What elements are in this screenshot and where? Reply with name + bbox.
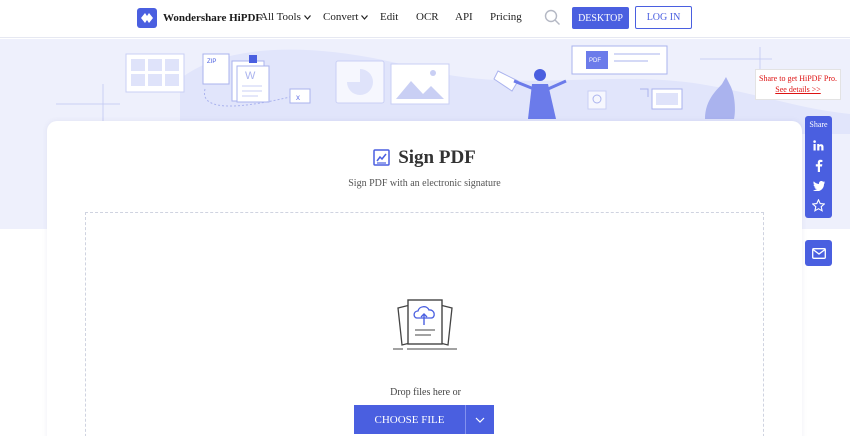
twitter-icon[interactable] [811, 178, 826, 193]
desktop-button[interactable]: DESKTOP [572, 7, 629, 29]
word-label: W [245, 70, 256, 82]
promo-text: Share to get HiPDF Pro. [759, 74, 837, 83]
page-subtitle: Sign PDF with an electronic signature [348, 178, 501, 189]
nav-convert-label: Convert [323, 11, 359, 23]
sign-pdf-icon [373, 149, 391, 167]
nav-edit[interactable]: Edit [380, 11, 398, 23]
star-icon[interactable] [811, 198, 826, 213]
nav-api[interactable]: API [455, 11, 473, 23]
page-title: Sign PDF [398, 147, 476, 168]
promo-details-link[interactable]: See details >> [756, 84, 840, 95]
tool-card: Sign PDF Sign PDF with an electronic sig… [47, 121, 802, 436]
linkedin-icon[interactable] [811, 138, 826, 153]
chevron-down-icon [303, 14, 311, 20]
cloud-upload-icon [391, 296, 459, 359]
search-icon[interactable] [544, 9, 561, 31]
chevron-down-icon [475, 417, 485, 423]
brand-logo[interactable]: Wondershare HiPDF [137, 8, 262, 28]
choose-file-dropdown-button[interactable] [465, 405, 494, 434]
choose-file-button[interactable]: CHOOSE FILE [354, 405, 465, 434]
nav-all-tools-label: All Tools [260, 11, 301, 23]
svg-text:x: x [296, 93, 300, 102]
mail-icon [811, 247, 826, 259]
hipdf-logo-icon [137, 8, 157, 28]
login-button[interactable]: LOG IN [635, 6, 692, 29]
file-dropzone[interactable]: Drop files here or CHOOSE FILE [85, 212, 764, 436]
nav-pricing[interactable]: Pricing [490, 11, 522, 23]
top-header: Wondershare HiPDF All Tools Convert Edit… [0, 0, 850, 38]
facebook-icon[interactable] [811, 158, 826, 173]
share-promo: Share to get HiPDF Pro. See details >> [755, 69, 841, 100]
zip-label: ZIP [207, 59, 216, 65]
share-sidebar: Share [805, 116, 832, 218]
nav-all-tools[interactable]: All Tools [260, 11, 311, 23]
pdf-label: PDF [589, 58, 601, 64]
nav-ocr[interactable]: OCR [416, 11, 439, 23]
drop-files-text: Drop files here or [390, 387, 461, 398]
brand-name: Wondershare HiPDF [163, 12, 263, 24]
nav-convert[interactable]: Convert [323, 11, 369, 23]
title-row: Sign PDF [47, 147, 802, 169]
choose-file-group: CHOOSE FILE [354, 405, 494, 434]
email-share-button[interactable] [805, 240, 832, 266]
share-label: Share [809, 120, 828, 129]
chevron-down-icon [361, 14, 369, 20]
